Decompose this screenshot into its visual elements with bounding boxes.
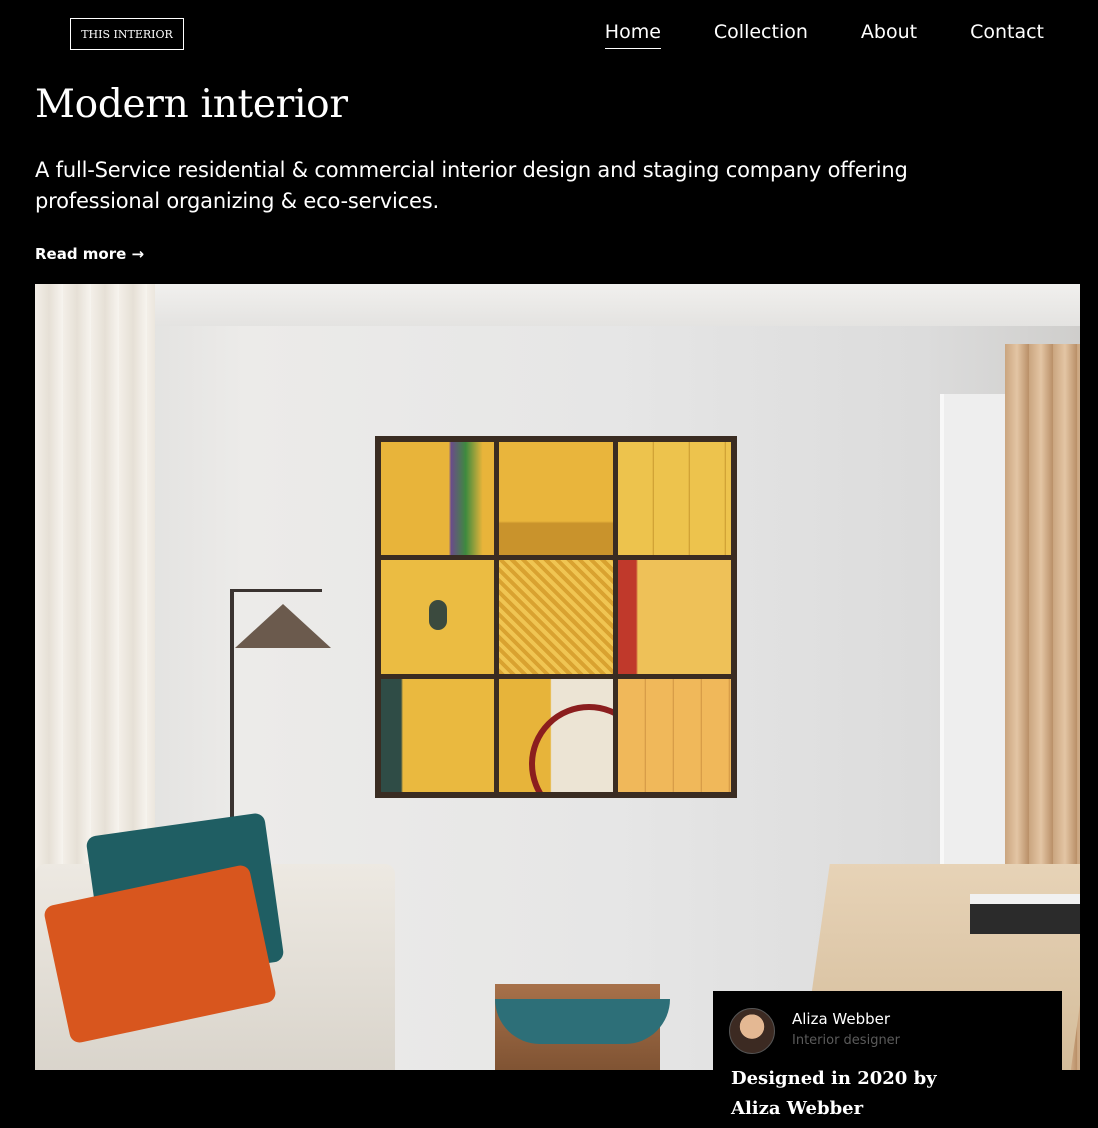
bicycle-wheel (529, 703, 613, 792)
art-tile (617, 442, 731, 556)
art-tile (381, 678, 495, 792)
nav-home[interactable]: Home (604, 20, 661, 49)
lamp-shade (235, 604, 331, 648)
designed-by-text: Designed in 2020 by Aliza Webber (731, 1068, 937, 1119)
nav-collection[interactable]: Collection (714, 20, 808, 49)
door-knocker (428, 599, 447, 630)
read-more-link[interactable]: Read more → (35, 245, 144, 263)
art-tile (617, 678, 731, 792)
wall-artwork (375, 436, 737, 798)
fruit-bowl (495, 999, 670, 1044)
art-tile (617, 560, 731, 674)
art-tile (499, 678, 613, 792)
hero-title: Modern interior (35, 82, 348, 127)
designer-card: Aliza Webber Interior designer Designed … (713, 991, 1062, 1128)
site-logo[interactable]: THIS INTERIOR (70, 18, 184, 50)
designer-name: Aliza Webber (792, 1010, 891, 1028)
hero-image (35, 284, 1080, 1070)
art-tile (499, 560, 613, 674)
main-nav: Home Collection About Contact (552, 20, 1044, 49)
nav-about[interactable]: About (861, 20, 917, 49)
hero-subtitle: A full-Service residential & commercial … (35, 158, 908, 213)
nav-contact[interactable]: Contact (970, 20, 1044, 49)
art-tile (381, 560, 495, 674)
floor-lamp-arm (230, 589, 322, 592)
art-tile (381, 442, 495, 556)
books (970, 894, 1080, 934)
floor-lamp (230, 589, 234, 834)
art-tile (499, 442, 613, 556)
ceiling (35, 284, 1080, 326)
avatar (729, 1008, 775, 1054)
designer-role: Interior designer (792, 1033, 901, 1048)
